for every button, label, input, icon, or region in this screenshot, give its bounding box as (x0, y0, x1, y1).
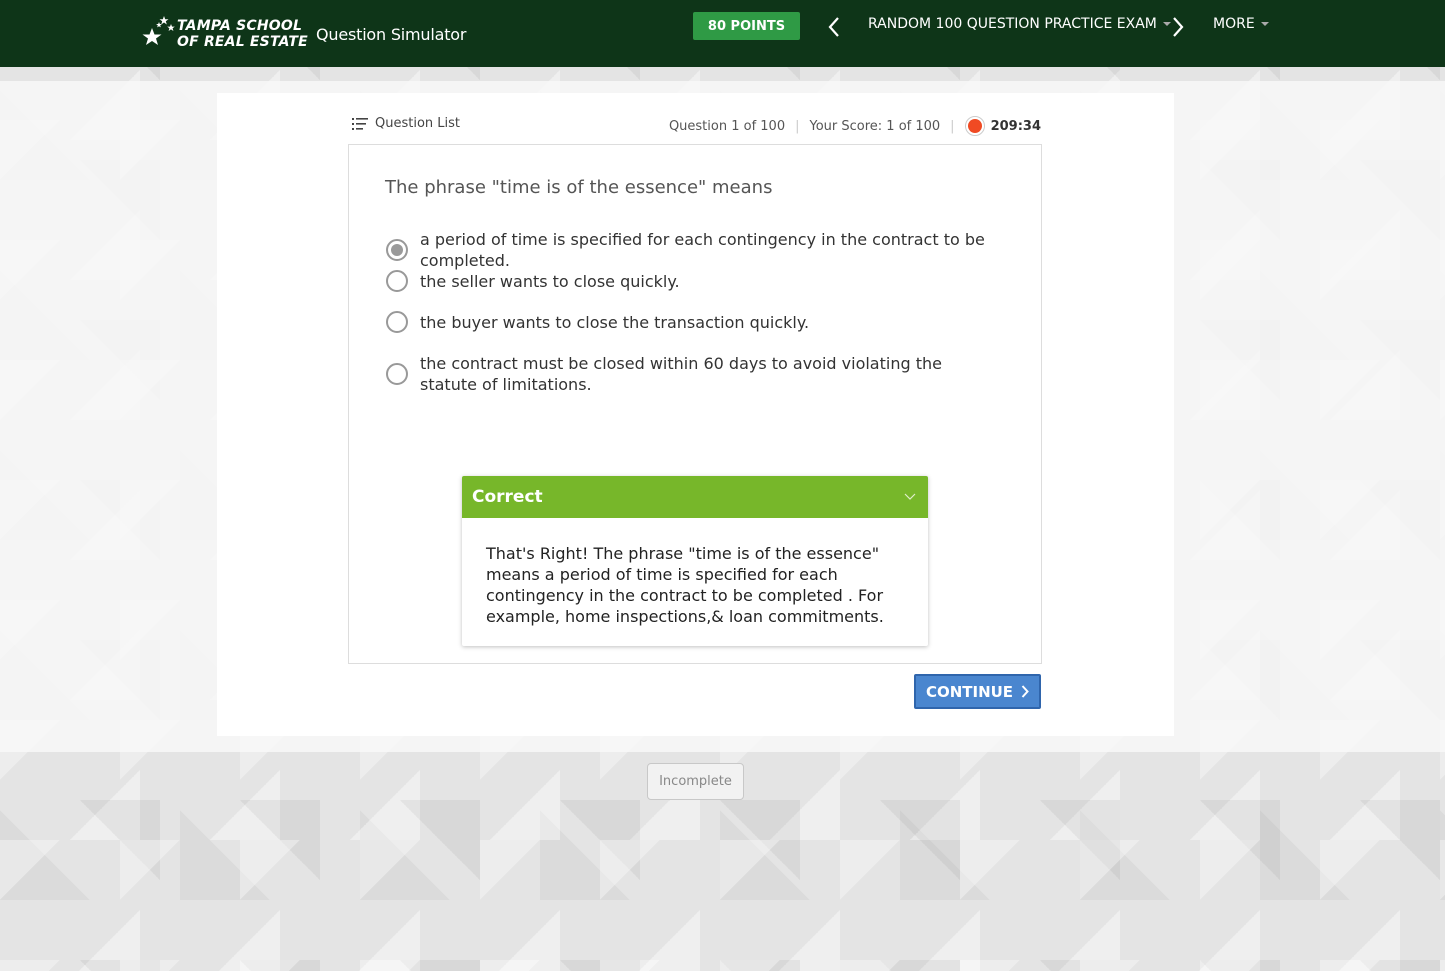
answer-option-c[interactable]: the buyer wants to close the transaction… (386, 311, 809, 333)
answer-option-d[interactable]: the contract must be closed within 60 da… (386, 353, 986, 395)
incomplete-status-button[interactable]: Incomplete (647, 763, 744, 800)
exam-selector-dropdown[interactable]: RANDOM 100 QUESTION PRACTICE EXAM (868, 16, 1171, 32)
more-menu[interactable]: MORE (1213, 16, 1269, 32)
continue-label: CONTINUE (925, 682, 1014, 701)
next-question-button[interactable] (1167, 13, 1189, 41)
logo-text-line1: TAMPA SCHOOL (177, 18, 303, 34)
question-counter: Question 1 of 100 (668, 118, 786, 134)
content-band: Question List Question 1 of 100 | Your S… (0, 81, 1445, 752)
chevron-right-icon (1021, 685, 1029, 698)
app-name: Question Simulator (316, 25, 467, 44)
timer-indicator-icon (964, 116, 985, 136)
stars-icon (142, 16, 175, 45)
countdown-timer: 209:34 (990, 118, 1041, 134)
exam-title-label: RANDOM 100 QUESTION PRACTICE EXAM (868, 16, 1157, 32)
question-box: The phrase "time is of the essence" mean… (348, 144, 1042, 664)
radio-button-selected[interactable] (386, 239, 408, 261)
school-logo[interactable]: TAMPA SCHOOL OF REAL ESTATE (140, 14, 308, 54)
question-text: The phrase "time is of the essence" mean… (385, 177, 773, 198)
radio-button[interactable] (386, 363, 408, 385)
feedback-status: Correct (472, 487, 543, 507)
divider: | (795, 118, 800, 134)
continue-button[interactable]: CONTINUE (914, 674, 1041, 709)
previous-question-button[interactable] (823, 13, 845, 41)
divider: | (950, 118, 955, 134)
answer-option-label: a period of time is specified for each c… (420, 230, 985, 270)
question-list-label: Question List (375, 116, 461, 131)
radio-button[interactable] (386, 270, 408, 292)
exam-status-bar: Question 1 of 100 | Your Score: 1 of 100… (669, 116, 1041, 136)
more-label: MORE (1213, 16, 1255, 32)
radio-button[interactable] (386, 311, 408, 333)
points-badge: 80 POINTS (693, 12, 800, 40)
chevron-down-icon (904, 493, 916, 500)
answer-option-a[interactable]: a period of time is specified for each c… (386, 229, 1041, 271)
chevron-right-icon (1173, 17, 1184, 37)
top-navigation-bar: TAMPA SCHOOL OF REAL ESTATE Question Sim… (0, 0, 1445, 67)
question-card: Question List Question 1 of 100 | Your S… (217, 93, 1174, 736)
answer-option-label: the contract must be closed within 60 da… (420, 354, 942, 394)
caret-down-icon (1260, 22, 1269, 26)
answer-option-label: the seller wants to close quickly. (420, 271, 680, 291)
feedback-header[interactable]: Correct (462, 476, 928, 518)
feedback-panel: Correct That's Right! The phrase "time i… (462, 476, 928, 646)
logo-text-line2: OF REAL ESTATE (177, 34, 308, 50)
question-list-button[interactable]: Question List (352, 116, 460, 131)
list-icon (352, 117, 368, 130)
chevron-left-icon (828, 17, 839, 37)
answer-option-label: the buyer wants to close the transaction… (420, 312, 810, 332)
score-display: Your Score: 1 of 100 (809, 118, 941, 134)
answer-option-b[interactable]: the seller wants to close quickly. (386, 270, 680, 292)
feedback-explanation: That's Right! The phrase "time is of the… (486, 544, 884, 626)
